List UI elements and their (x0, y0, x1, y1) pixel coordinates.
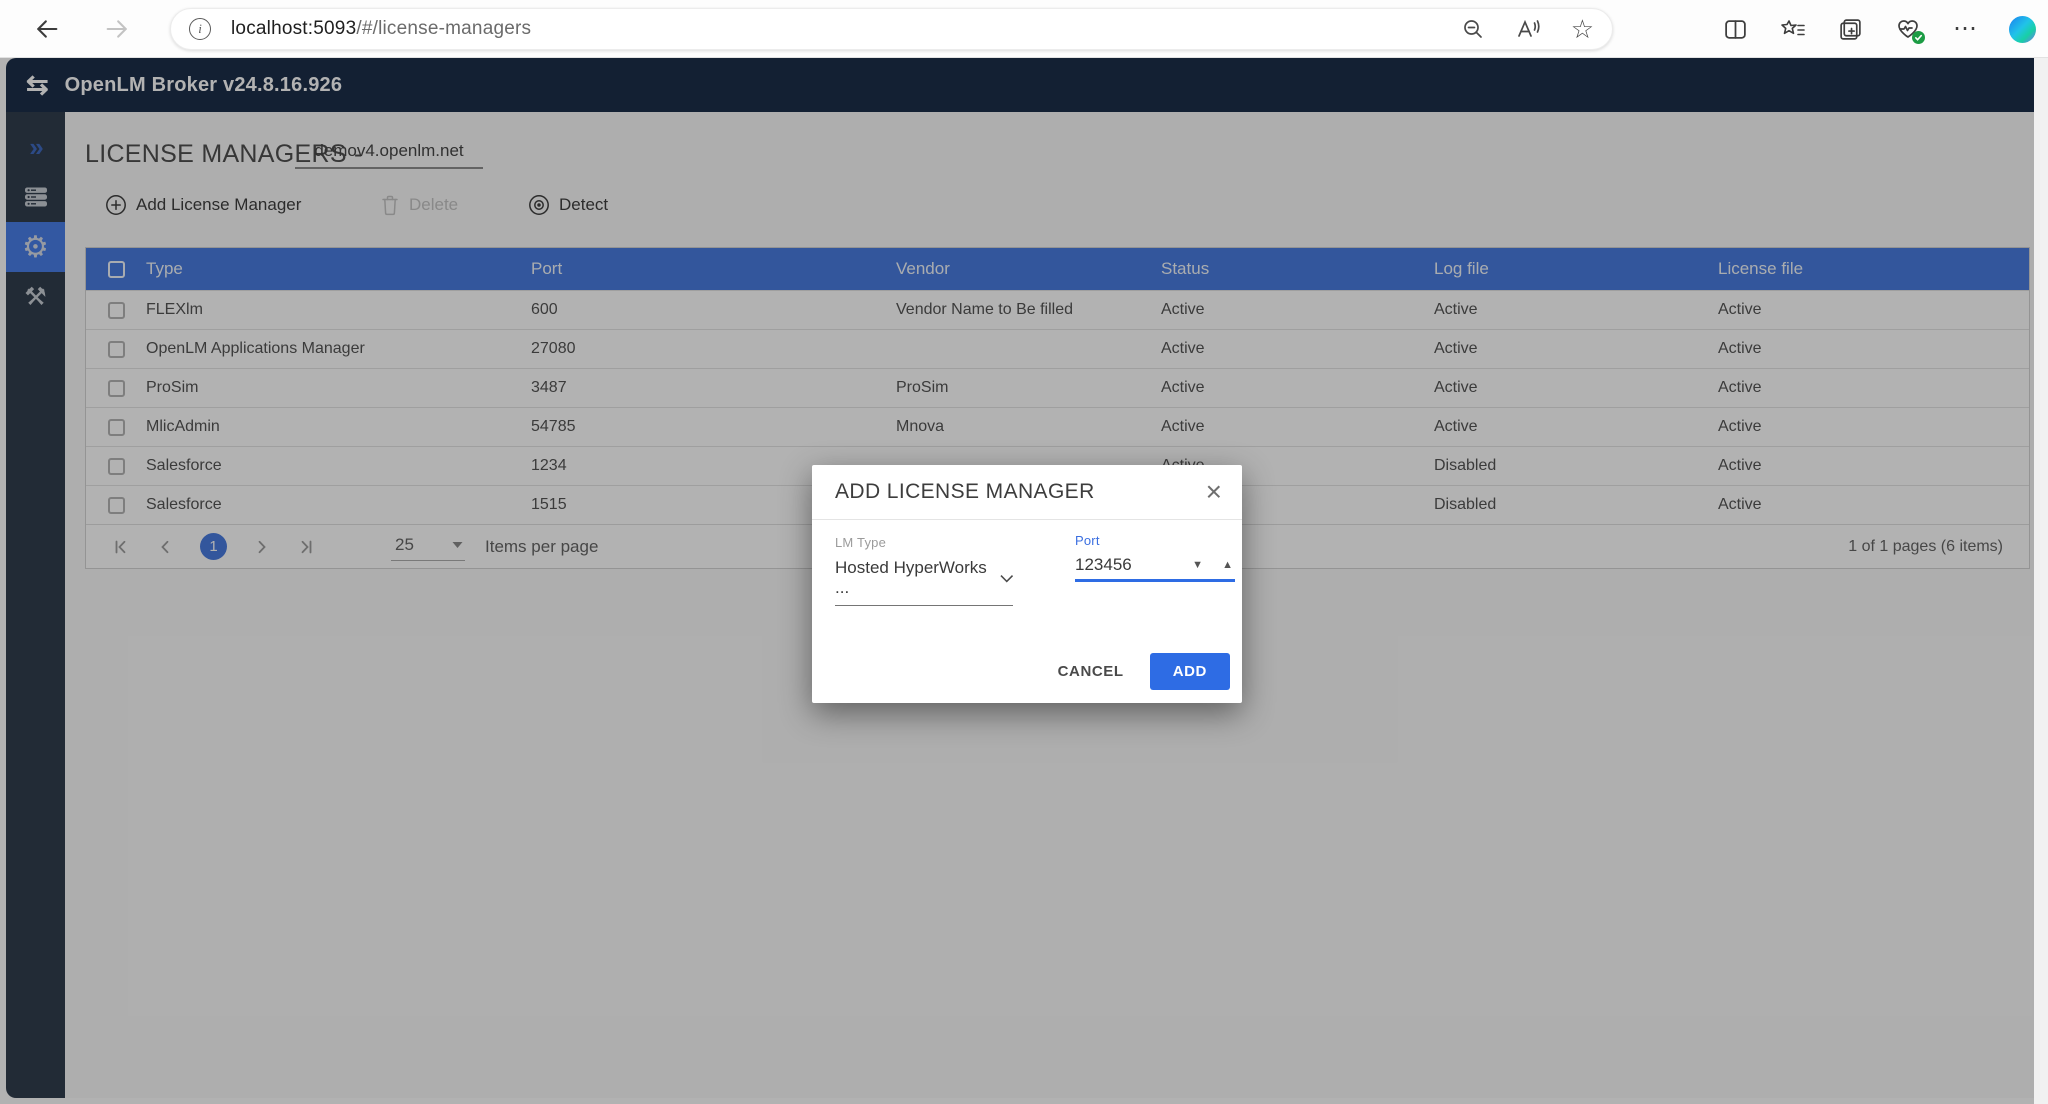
close-icon[interactable]: × (1206, 478, 1222, 506)
essentials-check-badge (1912, 31, 1925, 44)
browser-toolbar: i localhost:5093/#/license-managers ☆ (0, 0, 2048, 58)
lm-type-field[interactable]: LM Type Hosted HyperWorks ... (835, 535, 1013, 606)
page-scrollbar[interactable] (2034, 58, 2048, 1104)
add-button[interactable]: ADD (1150, 653, 1230, 690)
cancel-button[interactable]: CANCEL (1042, 654, 1140, 689)
lm-type-label: LM Type (835, 535, 1013, 550)
port-label: Port (1075, 533, 1235, 548)
port-field[interactable]: Port ▼ ▲ (1075, 533, 1235, 582)
back-icon[interactable] (26, 8, 68, 50)
forward-icon (96, 8, 138, 50)
add-license-manager-dialog: ADD LICENSE MANAGER × LM Type Hosted Hyp… (812, 465, 1242, 703)
favorite-star-icon[interactable]: ☆ (1571, 16, 1594, 42)
copilot-icon[interactable] (2009, 16, 2036, 43)
address-bar[interactable]: i localhost:5093/#/license-managers ☆ (170, 8, 1613, 50)
zoom-out-icon[interactable] (1461, 17, 1485, 41)
site-info-icon[interactable]: i (189, 18, 211, 40)
spinner-up-icon[interactable]: ▲ (1222, 560, 1233, 571)
browser-essentials-icon[interactable] (1895, 17, 1921, 41)
chevron-down-icon (1000, 574, 1014, 583)
dialog-title: ADD LICENSE MANAGER (835, 480, 1206, 504)
favorites-bar-icon[interactable] (1780, 17, 1806, 42)
url-text: localhost:5093/#/license-managers (231, 18, 531, 40)
spinner-down-icon[interactable]: ▼ (1192, 560, 1203, 571)
port-input[interactable] (1075, 555, 1165, 575)
more-menu-icon[interactable]: ⋯ (1953, 17, 1977, 41)
collections-icon[interactable] (1838, 17, 1863, 42)
split-screen-icon[interactable] (1723, 17, 1748, 42)
lm-type-value: Hosted HyperWorks ... (835, 558, 1000, 598)
read-aloud-icon[interactable] (1515, 17, 1541, 41)
